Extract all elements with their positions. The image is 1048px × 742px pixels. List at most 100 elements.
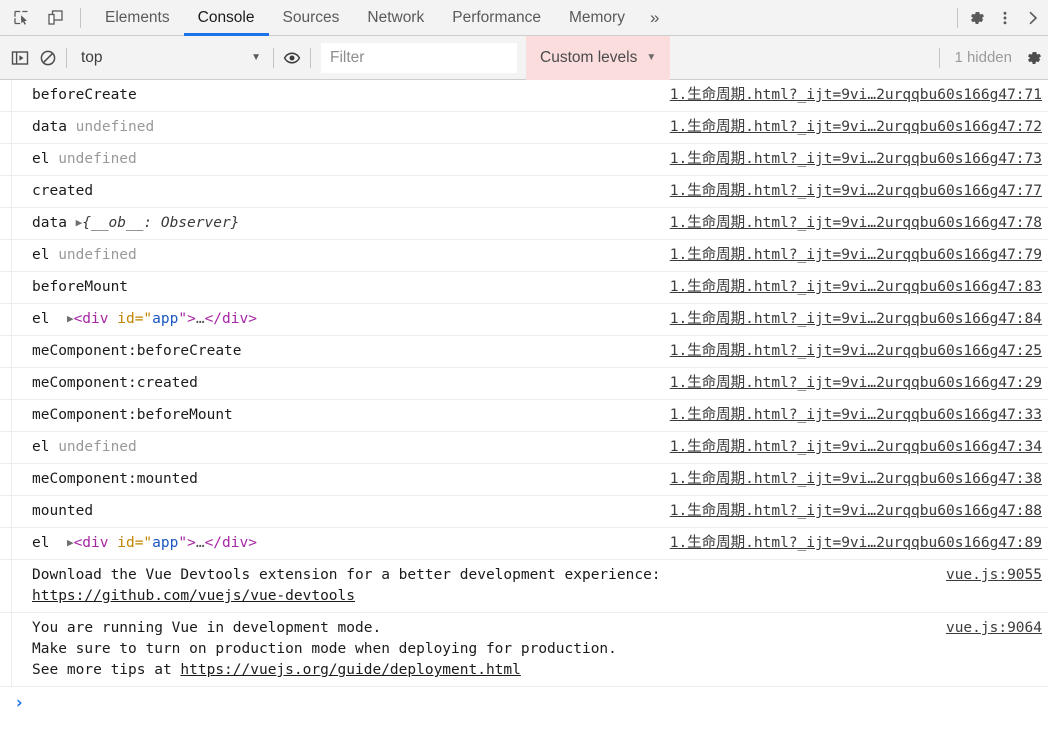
expand-triangle-icon[interactable]: ▶ [76,212,83,233]
tab-memory[interactable]: Memory [555,0,639,35]
toolbar-divider [80,7,81,28]
vue-deployment-link[interactable]: https://vuejs.org/guide/deployment.html [180,662,520,678]
console-message-row[interactable]: beforeCreate 1.生命周期.html?_ijt=9vi…2urqqb… [0,80,1048,112]
kebab-menu-icon[interactable] [992,5,1018,31]
filterbar-divider-3 [310,47,311,68]
tab-sources[interactable]: Sources [269,0,354,35]
message-source-link[interactable]: 1.生命周期.html?_ijt=9vi…2urqqbu60s166g47:71 [660,80,1042,111]
console-message-row[interactable]: meComponent:created 1.生命周期.html?_ijt=9vi… [0,368,1048,400]
gear-icon[interactable] [964,5,990,31]
console-prompt-input[interactable] [24,693,1048,713]
console-message-row[interactable]: meComponent:beforeMount 1.生命周期.html?_ijt… [0,400,1048,432]
console-message-row-vue-devmode[interactable]: You are running Vue in development mode.… [0,613,1048,687]
message-source-link[interactable]: 1.生命周期.html?_ijt=9vi…2urqqbu60s166g47:77 [660,176,1042,207]
more-tabs-icon[interactable]: » [639,0,669,35]
message-text: data undefined [12,112,660,143]
tab-performance[interactable]: Performance [438,0,555,35]
console-message-row[interactable]: data undefined 1.生命周期.html?_ijt=9vi…2urq… [0,112,1048,144]
device-toolbar-icon[interactable] [42,5,68,31]
element-attr-eq: =" [134,311,153,327]
message-source-link[interactable]: 1.生命周期.html?_ijt=9vi…2urqqbu60s166g47:79 [660,240,1042,271]
message-source-link[interactable]: 1.生命周期.html?_ijt=9vi…2urqqbu60s166g47:34 [660,432,1042,463]
log-value-object[interactable]: {__ob__: Observer} [82,215,239,231]
element-attr-eq: =" [134,535,153,551]
tab-elements[interactable]: Elements [91,0,184,35]
message-source-link[interactable]: 1.生命周期.html?_ijt=9vi…2urqqbu60s166g47:78 [660,208,1042,239]
console-message-row[interactable]: data ▶{__ob__: Observer} 1.生命周期.html?_ij… [0,208,1048,240]
chevron-right-icon[interactable] [1020,5,1046,31]
execution-context-select[interactable]: top ▼ [71,43,269,73]
message-source-link[interactable]: 1.生命周期.html?_ijt=9vi…2urqqbu60s166g47:83 [660,272,1042,303]
more-tabs-label: » [649,7,660,27]
message-source-link[interactable]: 1.生命周期.html?_ijt=9vi…2urqqbu60s166g47:33 [660,400,1042,431]
message-source-link[interactable]: 1.生命周期.html?_ijt=9vi…2urqqbu60s166g47:25 [660,336,1042,367]
console-message-row[interactable]: el undefined 1.生命周期.html?_ijt=9vi…2urqqb… [0,432,1048,464]
vue-devtools-link[interactable]: https://github.com/vuejs/vue-devtools [32,588,355,604]
message-gutter [0,208,12,239]
tab-bar-right-icons [953,0,1048,35]
message-source-link[interactable]: 1.生命周期.html?_ijt=9vi…2urqqbu60s166g47:73 [660,144,1042,175]
message-source-link[interactable]: 1.生命周期.html?_ijt=9vi…2urqqbu60s166g47:89 [660,528,1042,559]
message-source-link[interactable]: 1.生命周期.html?_ijt=9vi…2urqqbu60s166g47:72 [660,112,1042,143]
message-gutter [0,368,12,399]
log-label: data [32,215,67,231]
chevron-down-icon: ▼ [251,52,261,63]
element-tag-name: div [82,535,109,551]
message-text: mounted [32,503,94,519]
message-source-link[interactable]: 1.生命周期.html?_ijt=9vi…2urqqbu60s166g47:88 [660,496,1042,527]
log-levels-dropdown[interactable]: Custom levels ▼ [526,35,671,80]
console-message-row[interactable]: el ▶<div id="app">…</div> 1.生命周期.html?_i… [0,528,1048,560]
console-message-row[interactable]: beforeMount 1.生命周期.html?_ijt=9vi…2urqqbu… [0,272,1048,304]
vue-devmode-line-2: Make sure to turn on production mode whe… [32,641,617,657]
message-source-link[interactable]: vue.js:9055 [936,560,1042,591]
inspect-element-icon[interactable] [8,5,34,31]
live-expression-eye-icon[interactable] [278,44,306,72]
tab-performance-label: Performance [452,8,541,26]
filter-input[interactable] [321,42,517,73]
message-gutter [0,176,12,207]
panel-tabs: Elements Console Sources Network Perform… [91,0,669,36]
log-value-undefined: undefined [58,247,137,263]
execution-context-value: top [81,48,103,66]
message-gutter [0,240,12,271]
element-close-bracket: "> [178,311,196,327]
vue-devmode-line-1: You are running Vue in development mode. [32,620,382,636]
tab-elements-label: Elements [105,8,170,26]
message-source-link[interactable]: 1.生命周期.html?_ijt=9vi…2urqqbu60s166g47:29 [660,368,1042,399]
console-prompt[interactable]: › [0,687,1048,721]
console-message-list[interactable]: beforeCreate 1.生命周期.html?_ijt=9vi…2urqqb… [0,80,1048,740]
console-message-row[interactable]: mounted 1.生命周期.html?_ijt=9vi…2urqqbu60s1… [0,496,1048,528]
message-gutter [0,400,12,431]
console-message-row[interactable]: el ▶<div id="app">…</div> 1.生命周期.html?_i… [0,304,1048,336]
message-text: beforeCreate [32,87,137,103]
expand-triangle-icon[interactable]: ▶ [67,532,74,553]
message-source-link[interactable]: 1.生命周期.html?_ijt=9vi…2urqqbu60s166g47:84 [660,304,1042,335]
expand-triangle-icon[interactable]: ▶ [67,308,74,329]
console-filter-toolbar: top ▼ Custom levels ▼ 1 hidden [0,35,1048,80]
message-source-link[interactable]: vue.js:9064 [936,613,1042,644]
message-text: el undefined [12,432,660,463]
console-message-row[interactable]: el undefined 1.生命周期.html?_ijt=9vi…2urqqb… [0,240,1048,272]
console-message-row[interactable]: created 1.生命周期.html?_ijt=9vi…2urqqbu60s1… [0,176,1048,208]
element-open-bracket: < [73,535,83,551]
message-text: el ▶<div id="app">…</div> [12,528,660,559]
console-message-row[interactable]: meComponent:beforeCreate 1.生命周期.html?_ij… [0,336,1048,368]
console-sidebar-icon[interactable] [6,44,34,72]
message-gutter [0,144,12,175]
tab-network[interactable]: Network [353,0,438,35]
console-settings-gear-icon[interactable] [1020,44,1048,72]
message-source-link[interactable]: 1.生命周期.html?_ijt=9vi…2urqqbu60s166g47:38 [660,464,1042,495]
tab-console[interactable]: Console [183,0,269,36]
log-label: el [32,439,50,455]
prompt-chevron-icon: › [14,693,25,713]
element-attr-name: id [117,311,135,327]
message-gutter [0,528,12,559]
console-message-row-vue-devtools[interactable]: Download the Vue Devtools extension for … [0,560,1048,613]
hidden-messages-count: 1 hidden [954,49,1012,66]
message-text: meComponent:mounted [32,471,198,487]
element-closing-tag: </div> [204,311,257,327]
message-gutter [0,112,12,143]
console-message-row[interactable]: meComponent:mounted 1.生命周期.html?_ijt=9vi… [0,464,1048,496]
clear-console-icon[interactable] [34,44,62,72]
console-message-row[interactable]: el undefined 1.生命周期.html?_ijt=9vi…2urqqb… [0,144,1048,176]
